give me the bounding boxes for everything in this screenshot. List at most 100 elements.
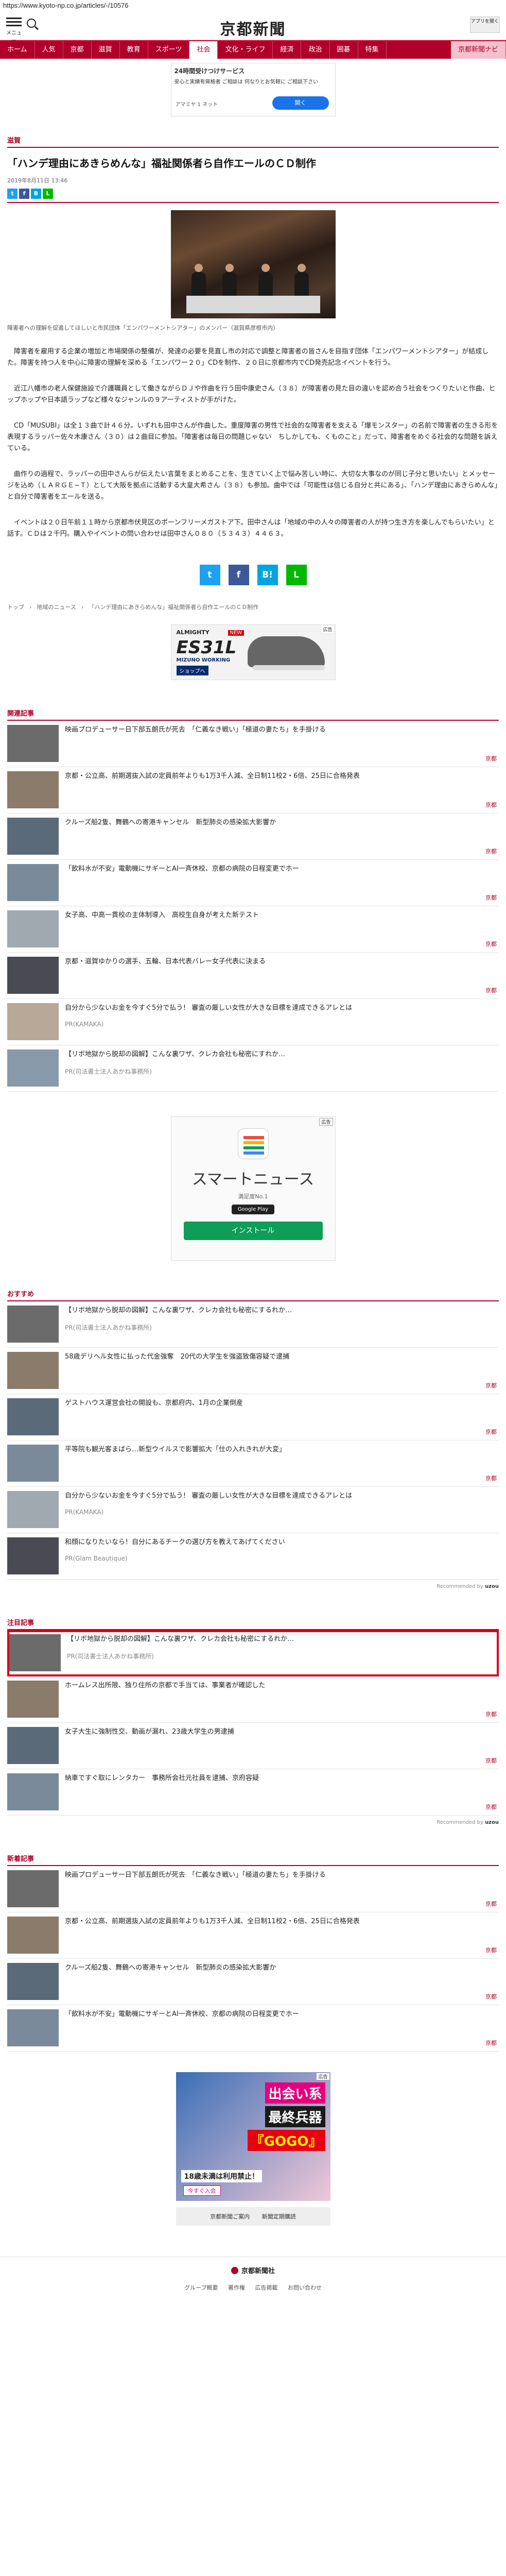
list-item[interactable]: 58歳デリヘル女性に払った代金強奪 20代の大学生を強盗致傷容疑で逮捕京都 xyxy=(7,1348,499,1394)
nav-item[interactable]: 政治 xyxy=(301,41,330,59)
item-title[interactable]: 女子大生に強制性交、動画が漏れ、23歳大学生の男逮捕 xyxy=(65,1727,488,1737)
item-region-tag[interactable]: 京都 xyxy=(485,801,497,809)
list-item[interactable]: 【リボ地獄から脱却の図解】こんな裏ワザ、クレカ会社も秘密にすれか… PR(司法書士… xyxy=(7,1045,499,1092)
item-title[interactable]: 自分から少ないお金を今すぐ5分で払う！ 審査の厳しい女性が大きな目標を達成できる… xyxy=(65,1003,488,1013)
item-title[interactable]: 和顔になりたいなら！自分にあるチークの選び方を教えてあげてください xyxy=(65,1537,488,1548)
nav-item[interactable]: 特集 xyxy=(358,41,387,59)
footer-link[interactable]: 広告掲載 xyxy=(255,2284,277,2291)
item-region-tag[interactable]: 京都 xyxy=(485,1900,497,1908)
list-item[interactable]: 女子大生に強制性交、動画が漏れ、23歳大学生の男逮捕京都 xyxy=(7,1723,499,1769)
list-item[interactable]: 京都・公立高、前期選抜入試の定員前年よりも1万3千人減、全日制11校2・6倍、2… xyxy=(7,767,499,814)
nav-item[interactable]: 教育 xyxy=(120,41,148,59)
item-title[interactable]: 納車ですぐ取にレンタカー 事務所会社元社員を逮捕、京府容疑 xyxy=(65,1773,488,1784)
hatena-share-icon[interactable]: B! xyxy=(257,565,278,585)
provider-logo[interactable]: uzou xyxy=(485,1584,499,1589)
list-item[interactable]: クルーズ船2隻、舞鶴への寄港キャンセル 新型肺炎の感染拡大影響か京都 xyxy=(7,814,499,860)
list-item[interactable]: 「飲料水が不安」電動機にサギーとAI一斉休校、京都の病院の日程変更でホー京都 xyxy=(7,2005,499,2052)
list-item[interactable]: 自分から少ないお金を今すぐ5分で払う！ 審査の厳しい女性が大きな目標を達成できる… xyxy=(7,1487,499,1533)
ad-shop-button[interactable]: ショップへ xyxy=(176,666,208,675)
item-title[interactable]: 「飲料水が不安」電動機にサギーとAI一斉休校、京都の病院の日程変更でホー xyxy=(65,864,488,874)
footer-link[interactable]: 著作権 xyxy=(228,2284,245,2291)
item-region-tag[interactable]: 京都 xyxy=(485,1381,497,1389)
nav-item[interactable]: 囲碁 xyxy=(330,41,358,59)
list-item[interactable]: 平等院も観光客まばら…新型ウイルスで影響拡大「仕の入れきれが大変」京都 xyxy=(7,1440,499,1487)
nav-item[interactable]: ホーム xyxy=(0,41,35,59)
nav-item[interactable]: 文化・ライフ xyxy=(218,41,273,59)
nav-item[interactable]: 社会 xyxy=(189,41,218,59)
article-category[interactable]: 滋賀 xyxy=(7,130,499,148)
nav-item[interactable]: 人気 xyxy=(35,41,63,59)
twitter-share-icon[interactable]: t xyxy=(7,189,18,199)
footer-link[interactable]: グループ概要 xyxy=(184,2284,218,2291)
nav-item[interactable]: 経済 xyxy=(273,41,302,59)
list-item[interactable]: 納車ですぐ取にレンタカー 事務所会社元社員を逮捕、京府容疑京都 xyxy=(7,1769,499,1816)
item-region-tag[interactable]: 京都 xyxy=(485,1992,497,2001)
line-share-icon[interactable]: L xyxy=(43,189,53,199)
google-play-badge[interactable]: Google Play xyxy=(231,1205,275,1214)
list-item[interactable]: 和顔になりたいなら！自分にあるチークの選び方を教えてあげてください PR(Glam… xyxy=(7,1533,499,1580)
list-item[interactable]: 映画プロデューサー日下部五朗氏が死去 「仁義なき戦い」「極道の妻たち」を手掛ける… xyxy=(7,721,499,767)
item-title[interactable]: 【リボ地獄から脱却の図解】こんな裏ワザ、クレカ会社も秘密にするれか… xyxy=(65,1306,488,1316)
nav-item[interactable]: 京都新聞ナビ xyxy=(450,41,506,59)
line-share-icon[interactable]: L xyxy=(286,565,307,585)
item-title[interactable]: 平等院も観光客まばら…新型ウイルスで影響拡大「仕の入れきれが大変」 xyxy=(65,1445,488,1455)
item-title[interactable]: 女子高、中高一貫校の主体制導入 高校生自身が考えた新テスト xyxy=(65,910,488,921)
list-item[interactable]: ホームレス出所限、独り住所の京都で手当ては、事業者が確認した京都 xyxy=(7,1676,499,1723)
item-region-tag[interactable]: 京都 xyxy=(485,940,497,948)
item-region-tag[interactable]: 京都 xyxy=(485,1756,497,1765)
item-title[interactable]: 京都・公立高、前期選抜入試の定員前年よりも1万3千人減、全日制11校2・6倍、2… xyxy=(65,771,488,782)
provider-logo[interactable]: uzou xyxy=(485,1820,499,1825)
open-app-button[interactable]: アプリを開く xyxy=(470,16,500,33)
list-item[interactable]: 女子高、中高一貫校の主体制導入 高校生自身が考えた新テスト京都 xyxy=(7,906,499,953)
item-region-tag[interactable]: 京都 xyxy=(485,847,497,855)
list-item[interactable]: 映画プロデューサー日下部五朗氏が死去 「仁義なき戦い」「極道の妻たち」を手掛ける… xyxy=(7,1866,499,1912)
service-link[interactable]: 京都新聞ご案内 xyxy=(210,2213,250,2220)
ad-open-button[interactable]: 開く xyxy=(272,96,329,110)
nav-item[interactable]: スポーツ xyxy=(148,41,190,59)
item-title[interactable]: ゲストハウス運営会社の開設も、京都府内、1月の企業倒産 xyxy=(65,1398,488,1409)
install-button[interactable]: インストール xyxy=(183,1222,323,1240)
footer-link[interactable]: お問い合わせ xyxy=(288,2284,322,2291)
item-title[interactable]: 自分から少ないお金を今すぐ5分で払う！ 審査の厳しい女性が大きな目標を達成できる… xyxy=(65,1491,488,1501)
footer-logo[interactable]: 京都新聞社 xyxy=(0,2265,506,2275)
item-region-tag[interactable]: 京都 xyxy=(485,893,497,902)
shoe-ad[interactable]: 広告 ALMIGHTY NEW ES31L MIZUNO WORKING ショッ… xyxy=(170,624,336,680)
smartnews-ad[interactable]: 広告 スマートニュース 満足度No.1 Google Play インストール xyxy=(170,1116,336,1261)
item-title[interactable]: 【リボ地獄から脱却の図解】こんな裏ワザ、クレカ会社も秘密にするれか… xyxy=(67,1634,486,1645)
item-region-tag[interactable]: 京都 xyxy=(485,986,497,994)
bottom-ad[interactable]: 広告 出会い系 最終兵器 『GOGO』 18歳未満は利用禁止！ 今すぐ入会 xyxy=(176,2072,330,2201)
item-title[interactable]: クルーズ船2隻、舞鶴への寄港キャンセル 新型肺炎の感染拡大影響か xyxy=(65,1963,488,1973)
list-item[interactable]: 【リボ地獄から脱却の図解】こんな裏ワザ、クレカ会社も秘密にするれか… PR(司法書… xyxy=(7,1301,499,1348)
address-bar[interactable]: https://www.kyoto-np.co.jp/articles/-/10… xyxy=(0,0,506,11)
item-region-tag[interactable]: 京都 xyxy=(485,1803,497,1811)
item-title[interactable]: 京都・公立高、前期選抜入試の定員前年よりも1万3千人減、全日制11校2・6倍、2… xyxy=(65,1917,488,1927)
top-ad[interactable]: 24時間受けつけサービス 安心と実績有資格者 ご相談は 何なりとお気軽に ご相談… xyxy=(170,63,336,116)
item-region-tag[interactable]: 京都 xyxy=(485,1428,497,1436)
list-item[interactable]: 自分から少ないお金を今すぐ5分で払う！ 審査の厳しい女性が大きな目標を達成できる… xyxy=(7,999,499,1045)
ad-join-button[interactable]: 今すぐ入会 xyxy=(183,2185,221,2196)
list-item[interactable]: 「飲料水が不安」電動機にサギーとAI一斉休校、京都の病院の日程変更でホー京都 xyxy=(7,860,499,906)
item-region-tag[interactable]: 京都 xyxy=(485,1474,497,1482)
item-title[interactable]: クルーズ船2隻、舞鶴への寄港キャンセル 新型肺炎の感染拡大影響か xyxy=(65,818,488,828)
list-item[interactable]: ゲストハウス運営会社の開設も、京都府内、1月の企業倒産京都 xyxy=(7,1394,499,1440)
service-link[interactable]: 新聞定期購読 xyxy=(262,2213,296,2220)
item-title[interactable]: ホームレス出所限、独り住所の京都で手当ては、事業者が確認した xyxy=(65,1681,488,1691)
facebook-share-icon[interactable]: f xyxy=(228,565,249,585)
item-title[interactable]: 【リボ地獄から脱却の図解】こんな裏ワザ、クレカ会社も秘密にすれか… xyxy=(65,1049,488,1060)
breadcrumb-item[interactable]: トップ xyxy=(7,604,24,611)
hatena-share-icon[interactable]: B xyxy=(31,189,41,199)
item-title[interactable]: 映画プロデューサー日下部五朗氏が死去 「仁義なき戦い」「極道の妻たち」を手掛ける xyxy=(65,1870,488,1880)
item-title[interactable]: 映画プロデューサー日下部五朗氏が死去 「仁義なき戦い」「極道の妻たち」を手掛ける xyxy=(65,725,488,735)
nav-item[interactable]: 京都 xyxy=(63,41,92,59)
item-region-tag[interactable]: 京都 xyxy=(485,2039,497,2047)
item-region-tag[interactable]: 京都 xyxy=(485,754,497,762)
list-item[interactable]: 京都・滋賀ゆかりの選手、五輪、日本代表バレー女子代表に決まる京都 xyxy=(7,953,499,999)
item-title[interactable]: 京都・滋賀ゆかりの選手、五輪、日本代表バレー女子代表に決まる xyxy=(65,957,488,967)
item-title[interactable]: 「飲料水が不安」電動機にサギーとAI一斉休校、京都の病院の日程変更でホー xyxy=(65,2009,488,2020)
item-title[interactable]: 58歳デリヘル女性に払った代金強奪 20代の大学生を強盗致傷容疑で逮捕 xyxy=(65,1352,488,1362)
item-region-tag[interactable]: 京都 xyxy=(485,1710,497,1718)
facebook-share-icon[interactable]: f xyxy=(19,189,29,199)
list-item[interactable]: 京都・公立高、前期選抜入試の定員前年よりも1万3千人減、全日制11校2・6倍、2… xyxy=(7,1912,499,1959)
twitter-share-icon[interactable]: t xyxy=(199,565,220,585)
breadcrumb-item[interactable]: 地域のニュース xyxy=(37,604,76,611)
